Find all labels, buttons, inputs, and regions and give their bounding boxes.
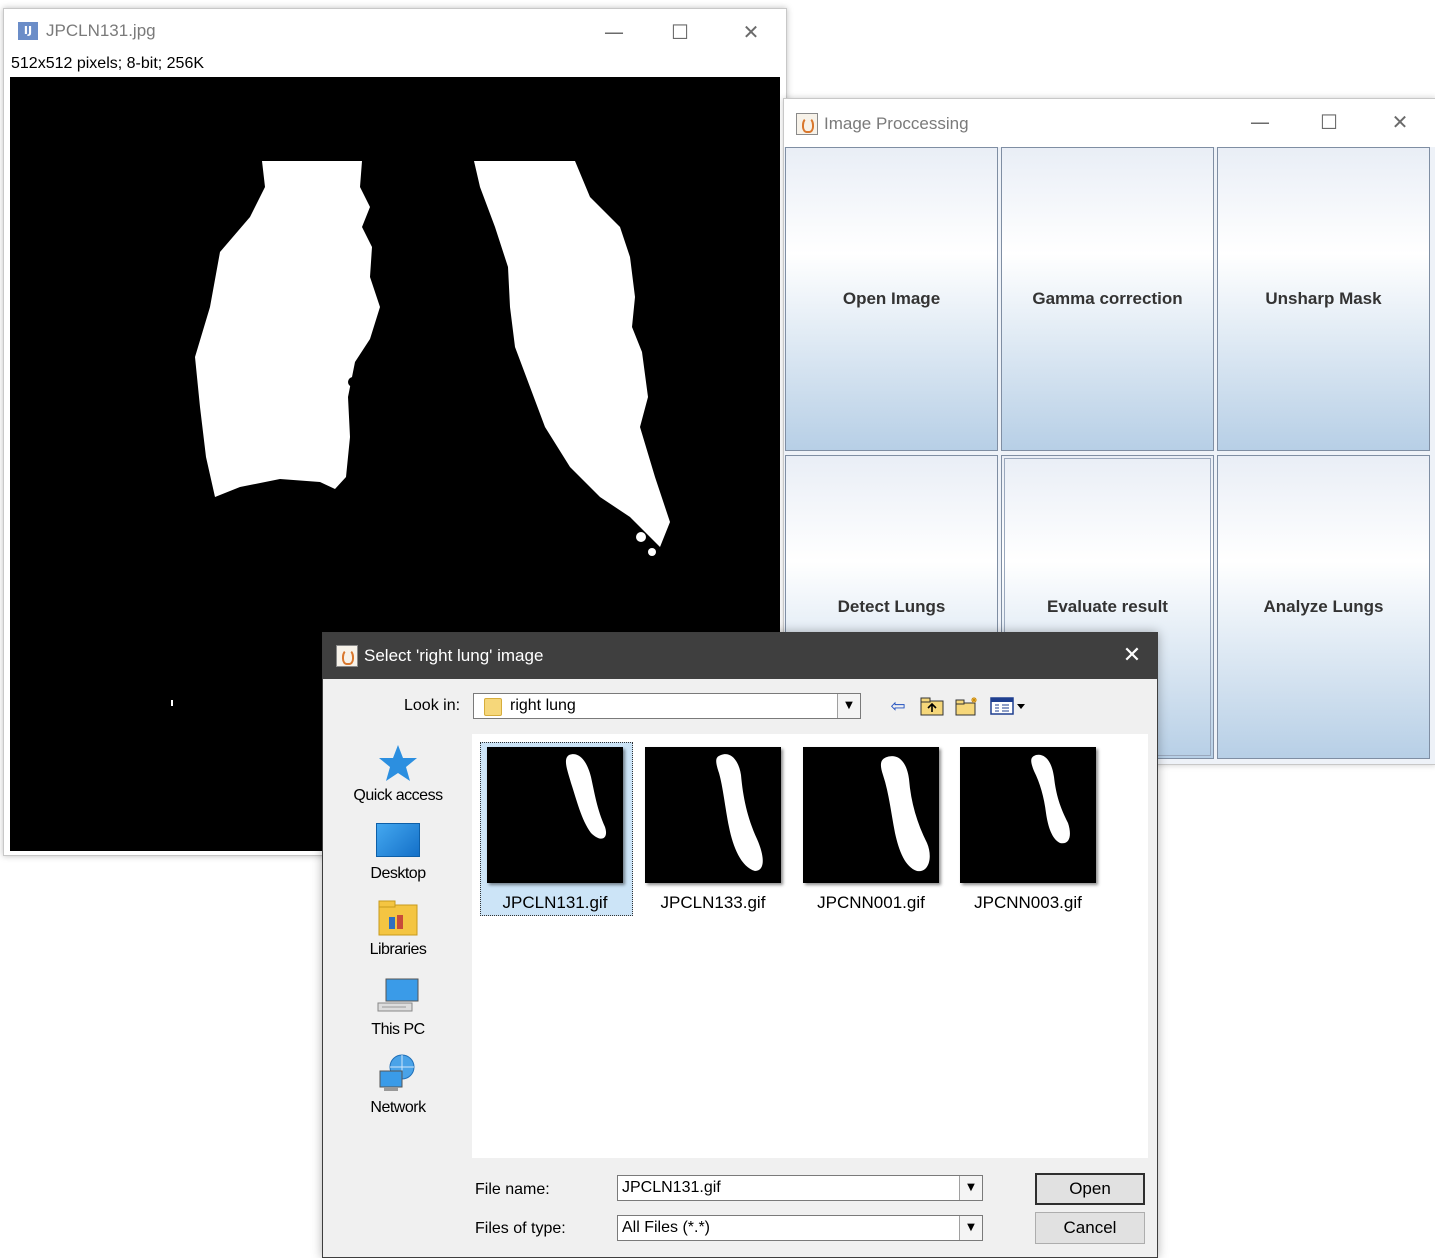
file-type-value: All Files (*.*): [622, 1219, 711, 1236]
image-processing-title: Image Proccessing: [824, 114, 969, 133]
open-image-button[interactable]: Open Image: [785, 147, 998, 451]
file-name-field-label: File name:: [475, 1181, 550, 1198]
computer-icon: [376, 977, 420, 1017]
new-folder-icon[interactable]: [954, 696, 980, 718]
place-quick-access[interactable]: Quick access: [333, 743, 463, 805]
analyze-lungs-button[interactable]: Analyze Lungs: [1217, 455, 1430, 759]
file-type-label: Files of type:: [475, 1220, 566, 1237]
network-icon: [376, 1053, 420, 1095]
place-desktop[interactable]: Desktop: [333, 823, 463, 883]
file-thumbnail[interactable]: [960, 747, 1096, 883]
open-button[interactable]: Open: [1035, 1173, 1145, 1205]
place-this-pc[interactable]: This PC: [333, 977, 463, 1039]
place-label: Quick access: [353, 787, 443, 804]
file-chooser-dialog: Select 'right lung' image ✕ Look in: rig…: [322, 632, 1158, 1258]
desktop-icon: [376, 823, 420, 857]
maximize-icon[interactable]: ☐: [660, 17, 700, 47]
imagej-titlebar[interactable]: IJ JPCLN131.jpg — ☐ ✕: [4, 9, 786, 53]
file-name-value: JPCLN131.gif: [622, 1179, 721, 1196]
gamma-correction-button[interactable]: Gamma correction: [1001, 147, 1214, 451]
file-name-label[interactable]: JPCNN001.gif: [793, 893, 949, 913]
up-folder-icon[interactable]: [919, 696, 945, 718]
image-processing-titlebar[interactable]: Image Proccessing — ☐ ✕: [784, 99, 1435, 147]
libraries-icon: [377, 899, 419, 937]
place-libraries[interactable]: Libraries: [333, 899, 463, 959]
chevron-down-icon[interactable]: ▼: [837, 694, 860, 718]
file-type-select[interactable]: All Files (*.*) ▼: [617, 1215, 983, 1241]
look-in-combo[interactable]: right lung ▼: [473, 693, 861, 719]
file-name-label[interactable]: JPCLN133.gif: [635, 893, 791, 913]
folder-icon: [484, 698, 502, 716]
file-list-pane[interactable]: JPCLN131.gif JPCLN133.gif JPCNN001.gif J…: [472, 734, 1148, 1158]
minimize-icon[interactable]: —: [594, 17, 634, 47]
dialog-title: Select 'right lung' image: [364, 646, 544, 665]
minimize-icon[interactable]: —: [1240, 107, 1280, 137]
java-icon: [796, 113, 818, 135]
close-icon[interactable]: ✕: [1115, 641, 1149, 671]
image-info-text: 512x512 pixels; 8-bit; 256K: [11, 55, 205, 72]
file-thumbnail[interactable]: [803, 747, 939, 883]
chevron-down-icon[interactable]: ▼: [959, 1176, 982, 1200]
place-label: Desktop: [370, 865, 426, 882]
java-icon: [336, 645, 358, 667]
look-in-value: right lung: [510, 697, 576, 714]
place-label: Libraries: [369, 941, 427, 958]
maximize-icon[interactable]: ☐: [1309, 107, 1349, 137]
file-thumbnail[interactable]: [487, 747, 623, 883]
chevron-down-icon[interactable]: ▼: [959, 1216, 982, 1240]
close-icon[interactable]: ✕: [1380, 107, 1420, 137]
cancel-button[interactable]: Cancel: [1035, 1212, 1145, 1244]
place-network[interactable]: Network: [333, 1053, 463, 1117]
imagej-window-title: JPCLN131.jpg: [46, 21, 156, 40]
file-name-input[interactable]: JPCLN131.gif ▼: [617, 1175, 983, 1201]
file-name-label[interactable]: JPCLN131.gif: [477, 893, 633, 913]
look-in-label: Look in:: [404, 697, 461, 714]
place-label: This PC: [371, 1021, 425, 1038]
dialog-titlebar[interactable]: Select 'right lung' image ✕: [323, 633, 1157, 679]
file-name-label[interactable]: JPCNN003.gif: [950, 893, 1106, 913]
imagej-app-icon: IJ: [18, 22, 38, 40]
close-icon[interactable]: ✕: [731, 17, 771, 47]
star-icon: [378, 743, 418, 783]
back-icon[interactable]: ⇦: [885, 696, 911, 718]
view-menu-icon[interactable]: [989, 696, 1029, 718]
place-label: Network: [370, 1099, 426, 1116]
unsharp-mask-button[interactable]: Unsharp Mask: [1217, 147, 1430, 451]
file-thumbnail[interactable]: [645, 747, 781, 883]
